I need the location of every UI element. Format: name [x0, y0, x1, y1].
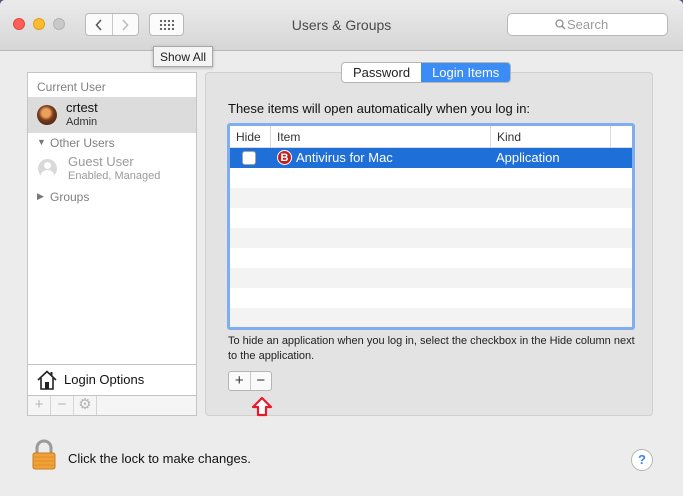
users-sidebar: Current User crtest Admin ▼ Other Users …	[27, 72, 197, 416]
column-header-kind[interactable]: Kind	[490, 126, 610, 147]
search-icon	[555, 19, 566, 30]
empty-row	[230, 208, 632, 228]
row-item-kind: Application	[496, 150, 560, 165]
empty-row	[230, 248, 632, 268]
empty-row	[230, 168, 632, 188]
row-item-name: Antivirus for Mac	[296, 150, 393, 165]
remove-login-item-button[interactable]: −	[249, 372, 272, 390]
disclosure-open-icon[interactable]: ▼	[37, 137, 46, 147]
login-options-label: Login Options	[64, 372, 145, 387]
guest-user-name: Guest User	[68, 154, 134, 169]
empty-row	[230, 188, 632, 208]
gear-icon[interactable]: ⚙	[74, 396, 97, 415]
show-all-tooltip: Show All	[153, 46, 214, 67]
arrow-up-icon	[251, 396, 273, 417]
antivirus-app-icon: B	[277, 150, 292, 165]
title-bar: Users & Groups	[0, 0, 683, 51]
search-input[interactable]	[567, 16, 657, 33]
empty-row	[230, 308, 632, 327]
sidebar-button-bar: + − ⚙	[28, 395, 196, 415]
add-login-item-button[interactable]: +	[229, 372, 250, 390]
column-header-hide[interactable]: Hide	[230, 126, 270, 147]
add-user-button[interactable]: +	[28, 396, 51, 415]
user-avatar	[37, 105, 57, 125]
remove-user-button[interactable]: −	[51, 396, 74, 415]
tab-bar: Password Login Items	[341, 62, 512, 83]
disclosure-closed-icon[interactable]: ▶	[37, 191, 44, 202]
current-user-row[interactable]: crtest Admin	[28, 97, 196, 133]
login-options-row[interactable]: Login Options	[28, 364, 196, 395]
login-items-table[interactable]: Hide Item Kind B Antivirus for Mac Appli…	[227, 123, 635, 330]
current-user-header: Current User	[37, 80, 106, 94]
tab-password[interactable]: Password	[342, 63, 421, 82]
lock-message: Click the lock to make changes.	[68, 451, 251, 466]
column-header-spacer	[610, 126, 632, 147]
other-users-header: Other Users	[50, 136, 115, 150]
guest-user-status: Enabled, Managed	[68, 170, 161, 182]
search-field[interactable]	[507, 13, 668, 36]
house-icon	[37, 370, 57, 390]
empty-row	[230, 228, 632, 248]
table-row[interactable]: B Antivirus for Mac Application	[230, 148, 632, 168]
current-user-name: crtest	[66, 100, 98, 115]
tab-login-items[interactable]: Login Items	[421, 63, 511, 82]
help-button[interactable]: ?	[631, 449, 653, 471]
guest-avatar-icon	[38, 159, 57, 178]
table-header: Hide Item Kind	[230, 126, 632, 148]
empty-row	[230, 288, 632, 308]
preferences-window: Users & Groups Show All Current User crt…	[0, 0, 683, 496]
column-header-item[interactable]: Item	[270, 126, 490, 147]
empty-row	[230, 268, 632, 288]
add-remove-control: + −	[228, 371, 272, 391]
login-items-intro: These items will open automatically when…	[228, 101, 531, 116]
groups-header[interactable]: Groups	[50, 190, 89, 204]
current-user-role: Admin	[66, 116, 98, 128]
hide-help-text: To hide an application when you log in, …	[228, 335, 635, 362]
hide-checkbox[interactable]	[242, 151, 256, 165]
lock-icon[interactable]	[31, 439, 57, 471]
